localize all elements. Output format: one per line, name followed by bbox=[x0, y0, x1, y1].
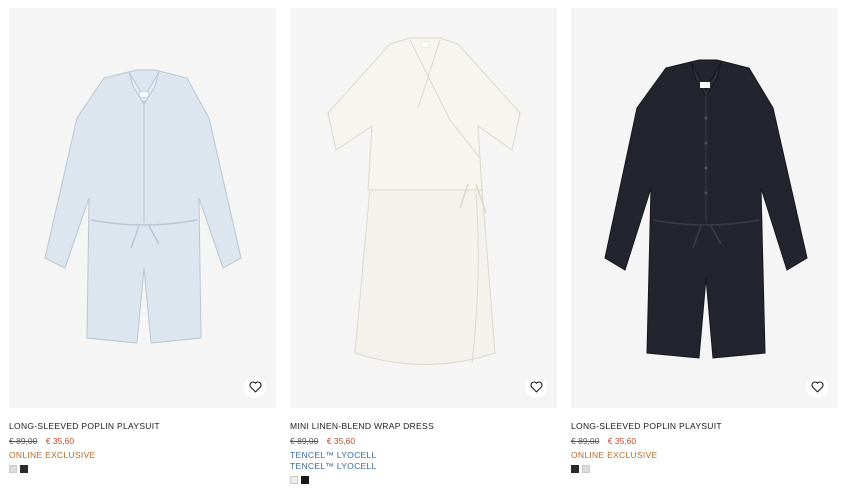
color-swatch[interactable] bbox=[301, 476, 309, 484]
product-name[interactable]: LONG-SLEEVED POPLIN PLAYSUIT bbox=[9, 420, 276, 432]
sale-price: € 35,60 bbox=[607, 436, 637, 446]
original-price: € 89,00 bbox=[290, 436, 319, 446]
color-swatch[interactable] bbox=[20, 465, 28, 473]
product-name[interactable]: LONG-SLEEVED POPLIN PLAYSUIT bbox=[571, 420, 838, 432]
product-prices: € 89,00 € 35,60 bbox=[571, 435, 838, 447]
color-swatch[interactable] bbox=[290, 476, 298, 484]
original-price: € 89,00 bbox=[9, 436, 38, 446]
heart-icon bbox=[811, 381, 823, 393]
color-swatches bbox=[571, 465, 838, 473]
product-info: LONG-SLEEVED POPLIN PLAYSUIT € 89,00 € 3… bbox=[9, 408, 276, 473]
material-badge: TENCEL™ LYOCELL bbox=[290, 461, 377, 471]
color-swatch[interactable] bbox=[582, 465, 590, 473]
wishlist-button[interactable] bbox=[525, 376, 547, 398]
material-badge: TENCEL™ LYOCELL bbox=[290, 450, 377, 460]
product-image[interactable] bbox=[9, 8, 276, 408]
product-grid: LONG-SLEEVED POPLIN PLAYSUIT € 89,00 € 3… bbox=[9, 8, 838, 484]
wishlist-button[interactable] bbox=[244, 376, 266, 398]
playsuit-light-blue-image bbox=[44, 69, 242, 344]
product-prices: € 89,00 € 35,60 bbox=[290, 435, 557, 447]
sale-price: € 35,60 bbox=[326, 436, 356, 446]
product-card[interactable]: LONG-SLEEVED POPLIN PLAYSUIT € 89,00 € 3… bbox=[9, 8, 276, 484]
color-swatches bbox=[9, 465, 276, 473]
color-swatch[interactable] bbox=[9, 465, 17, 473]
product-name[interactable]: MINI LINEN-BLEND WRAP DRESS bbox=[290, 420, 557, 432]
online-exclusive-badge: ONLINE EXCLUSIVE bbox=[571, 450, 658, 460]
product-card[interactable]: LONG-SLEEVED POPLIN PLAYSUIT € 89,00 € 3… bbox=[571, 8, 838, 484]
product-info: MINI LINEN-BLEND WRAP DRESS € 89,00 € 35… bbox=[290, 408, 557, 484]
product-image[interactable] bbox=[290, 8, 557, 408]
color-swatch[interactable] bbox=[571, 465, 579, 473]
wishlist-button[interactable] bbox=[806, 376, 828, 398]
sale-price: € 35,60 bbox=[45, 436, 75, 446]
heart-icon bbox=[530, 381, 542, 393]
color-swatches bbox=[290, 476, 557, 484]
online-exclusive-badge: ONLINE EXCLUSIVE bbox=[9, 450, 96, 460]
original-price: € 89,00 bbox=[571, 436, 600, 446]
product-card[interactable]: MINI LINEN-BLEND WRAP DRESS € 89,00 € 35… bbox=[290, 8, 557, 484]
playsuit-navy-image bbox=[604, 59, 808, 359]
product-info: LONG-SLEEVED POPLIN PLAYSUIT € 89,00 € 3… bbox=[571, 408, 838, 473]
wrap-dress-white-image bbox=[327, 37, 521, 365]
product-prices: € 89,00 € 35,60 bbox=[9, 435, 276, 447]
product-image[interactable] bbox=[571, 8, 838, 408]
heart-icon bbox=[249, 381, 261, 393]
